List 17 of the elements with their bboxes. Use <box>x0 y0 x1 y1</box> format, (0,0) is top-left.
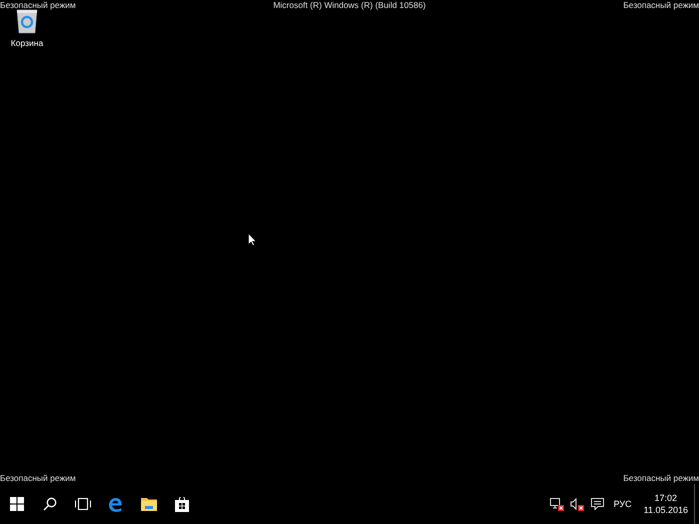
search-icon <box>42 497 56 511</box>
network-icon[interactable] <box>550 498 566 510</box>
message-icon[interactable] <box>591 498 604 510</box>
start-icon <box>10 497 24 511</box>
shopping-bag-icon <box>174 496 188 512</box>
safe-mode-label: Безопасный режим <box>0 473 76 484</box>
safe-mode-label: Безопасный режим <box>623 0 699 11</box>
clock-date[interactable]: 11.05.2016 <box>644 504 688 516</box>
task-view-icon <box>74 498 90 510</box>
mouse-pointer-icon <box>248 233 257 246</box>
folder-icon <box>140 497 156 511</box>
speaker-icon[interactable] <box>570 498 586 510</box>
build-label: Microsoft (R) Windows (R) (Build 10586) <box>273 0 426 11</box>
language-indicator[interactable]: РУС <box>608 498 638 510</box>
browser-icon <box>108 496 123 512</box>
clock-time[interactable]: 17:02 <box>644 492 688 504</box>
safe-mode-label: Безопасный режим <box>623 473 699 484</box>
